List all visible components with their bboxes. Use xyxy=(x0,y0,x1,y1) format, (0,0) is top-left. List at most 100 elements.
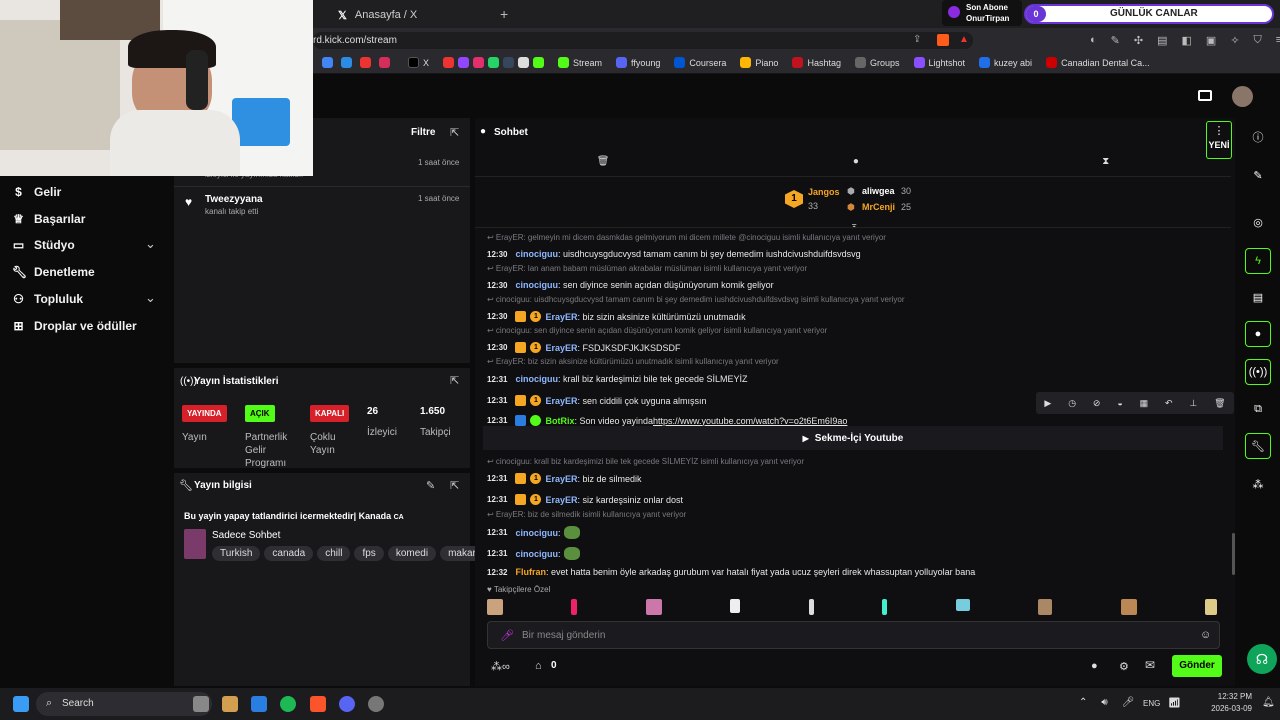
message-username[interactable]: cinociguu xyxy=(515,528,558,538)
camera-icon[interactable]: ◎ xyxy=(1245,209,1271,235)
reply-context[interactable]: ↩ cinociguu: uisdhcuysgducvysd tamam can… xyxy=(487,295,905,304)
reply-context[interactable]: ↩ ErayER: biz sizin aksinize kültürümüzü… xyxy=(487,357,779,366)
reply-context[interactable]: ↩ ErayER: gelmeyin mi dicem dasmkdas gel… xyxy=(487,233,886,242)
emote[interactable] xyxy=(645,599,662,615)
avatar[interactable] xyxy=(1232,86,1253,107)
emote[interactable] xyxy=(1120,599,1137,615)
tag[interactable]: fps xyxy=(354,546,384,561)
message-username[interactable]: Flufran xyxy=(515,567,546,577)
wrench-icon[interactable]: 🔧︎ xyxy=(1245,433,1271,459)
collapse-icon[interactable]: ⌅ xyxy=(850,220,858,231)
chat-icon[interactable]: ● xyxy=(1245,321,1271,347)
bookmark-canadian-dental[interactable]: Canadian Dental Ca... xyxy=(1046,57,1150,68)
puzzle-icon[interactable]: ✣ xyxy=(1134,34,1143,47)
filter-button[interactable]: Filtre xyxy=(411,127,435,138)
popout-icon[interactable]: ⇱ xyxy=(450,126,459,139)
copy-icon[interactable]: ▦ xyxy=(1140,398,1149,409)
bookmark-x[interactable]: X xyxy=(408,57,429,68)
emote[interactable] xyxy=(571,599,578,615)
wifi-icon[interactable]: 📶︎ xyxy=(1168,698,1181,709)
spotify-icon[interactable] xyxy=(280,696,296,712)
bookmark-coursera[interactable]: Coursera xyxy=(674,57,726,68)
reply-icon[interactable]: ◒ xyxy=(1117,398,1122,408)
emote[interactable] xyxy=(808,599,814,615)
brave-shield-icon[interactable] xyxy=(937,34,949,46)
creator-icon[interactable] xyxy=(1198,90,1212,101)
reading-icon[interactable]: ▤ xyxy=(1157,34,1167,47)
bookmark-lightshot[interactable]: Lightshot xyxy=(913,57,965,68)
sidebar-item-gelir[interactable]: $ Gelir xyxy=(12,185,61,199)
support-icon[interactable]: ☊ xyxy=(1247,644,1277,674)
message-username[interactable]: ErayER xyxy=(545,495,577,505)
youtube-icon[interactable] xyxy=(360,57,371,68)
emote[interactable] xyxy=(730,599,741,613)
message-username[interactable]: ErayER xyxy=(545,343,577,353)
task-view-icon[interactable] xyxy=(193,696,209,712)
leaderboard-name[interactable]: MrCenji xyxy=(862,202,895,212)
rewards-icon[interactable]: ▲ xyxy=(959,34,969,45)
chat-message[interactable]: 12:31 cinociguu: xyxy=(487,547,581,560)
leaderboard-name[interactable]: Jangos xyxy=(808,187,840,197)
chat-message[interactable]: 12:31 1 ErayER: sen ciddili çok uyguna alm… xyxy=(487,395,707,406)
settings-icon[interactable]: ⚙ xyxy=(1119,660,1129,673)
hourglass-icon[interactable]: ⧗ xyxy=(1102,156,1109,167)
vpn-icon[interactable]: ✧ xyxy=(1230,34,1239,47)
windows-start-icon[interactable] xyxy=(13,696,29,712)
chat-message[interactable]: 12:30 cinociguu: sen diyince senin açıdan… xyxy=(487,280,774,290)
lightning-icon[interactable]: ϟ xyxy=(1245,248,1271,274)
bookmark-icons-group[interactable] xyxy=(443,57,545,68)
edit-icon[interactable]: ✎ xyxy=(426,479,435,492)
sidebar-item-denetleme[interactable]: 🔧︎ Denetleme xyxy=(12,265,95,279)
store-icon[interactable]: ⌂ xyxy=(535,660,542,672)
pin-icon[interactable]: ⊥ xyxy=(1189,398,1197,409)
chat-message[interactable]: 12:32 Flufran: evet hatta benim öyle arka… xyxy=(487,567,975,577)
quick-emote-icon[interactable]: ✉ xyxy=(1145,658,1155,672)
send-button[interactable]: Gönder xyxy=(1172,655,1222,677)
file-explorer-icon[interactable] xyxy=(222,696,238,712)
emote[interactable] xyxy=(1038,599,1053,615)
trash-icon[interactable]: 🗑︎ xyxy=(597,156,610,167)
clock-date[interactable]: 2026-03-09 xyxy=(1202,704,1252,713)
popout-icon[interactable]: ⇱ xyxy=(450,479,459,492)
play-icon[interactable]: ▶ xyxy=(1044,398,1051,409)
category-name[interactable]: Sadece Sohbet xyxy=(212,530,280,541)
pen-icon[interactable]: ✎ xyxy=(1111,34,1120,47)
emote[interactable] xyxy=(487,599,503,615)
sidebar-item-topluluk[interactable]: ⚇ Topluluk xyxy=(12,292,83,306)
sidebar-item-basarilar[interactable]: ♕ Başarılar xyxy=(12,212,85,226)
tag[interactable]: canada xyxy=(264,546,314,561)
translate-icon[interactable] xyxy=(341,57,352,68)
discord-icon[interactable] xyxy=(339,696,355,712)
message-username[interactable]: cinociguu xyxy=(515,374,558,384)
notification-icon[interactable]: 🔔︎ xyxy=(1262,697,1275,708)
bookmark-ffyoung[interactable]: ffyoung xyxy=(616,57,660,68)
reply-context[interactable]: ↩ cinociguu: krall biz kardeşimizi bile … xyxy=(487,457,804,466)
shield-icon[interactable]: ⛉ xyxy=(1254,34,1262,47)
apps-icon[interactable]: ⁂ xyxy=(1245,471,1271,497)
chat-message[interactable]: 12:31 BotRix: Son video yayinda https://w… xyxy=(487,415,847,426)
delete-icon[interactable]: 🗑︎ xyxy=(1214,398,1225,409)
pencil-icon[interactable]: ✎ xyxy=(1245,162,1271,188)
mute-icon[interactable]: ⊘ xyxy=(1093,398,1101,409)
google-icon[interactable] xyxy=(322,57,333,68)
message-username[interactable]: cinociguu xyxy=(515,549,558,559)
message-username[interactable]: ErayER xyxy=(545,474,577,484)
chat-message[interactable]: 12:30 1 ErayER: biz sizin aksinize kültürü… xyxy=(487,311,746,322)
chat-bubble-icon[interactable]: ● xyxy=(1091,660,1098,672)
clock-icon[interactable]: ◷ xyxy=(1068,398,1076,409)
url-field[interactable]: rd.kick.com/stream ⇪ ▲ xyxy=(313,32,973,49)
sidebar-item-studyo[interactable]: ▭ Stüdyo xyxy=(12,238,75,252)
chevron-down-icon[interactable]: ⌄ xyxy=(145,236,156,252)
taskbar-search[interactable]: ⌕ Search xyxy=(36,692,212,716)
message-username[interactable]: ErayER xyxy=(545,312,577,322)
clock-time[interactable]: 12:32 PM xyxy=(1210,692,1252,701)
broadcast-icon[interactable]: ((•)) xyxy=(1245,359,1271,385)
sidebar-toggle-icon[interactable]: ◧ xyxy=(1182,34,1192,47)
music-icon[interactable] xyxy=(379,57,390,68)
channel-points-icon[interactable]: ⁂∞ xyxy=(491,660,510,673)
obs-icon[interactable] xyxy=(368,696,384,712)
document-icon[interactable]: ▤ xyxy=(1245,284,1271,310)
chat-message[interactable]: 12:30 cinociguu: uisdhcuysgducvysd tamam … xyxy=(487,249,861,259)
browser-tab[interactable]: 𝕏 Anasayfa / X xyxy=(328,4,498,26)
layers-icon[interactable]: ⧉ xyxy=(1245,396,1271,422)
